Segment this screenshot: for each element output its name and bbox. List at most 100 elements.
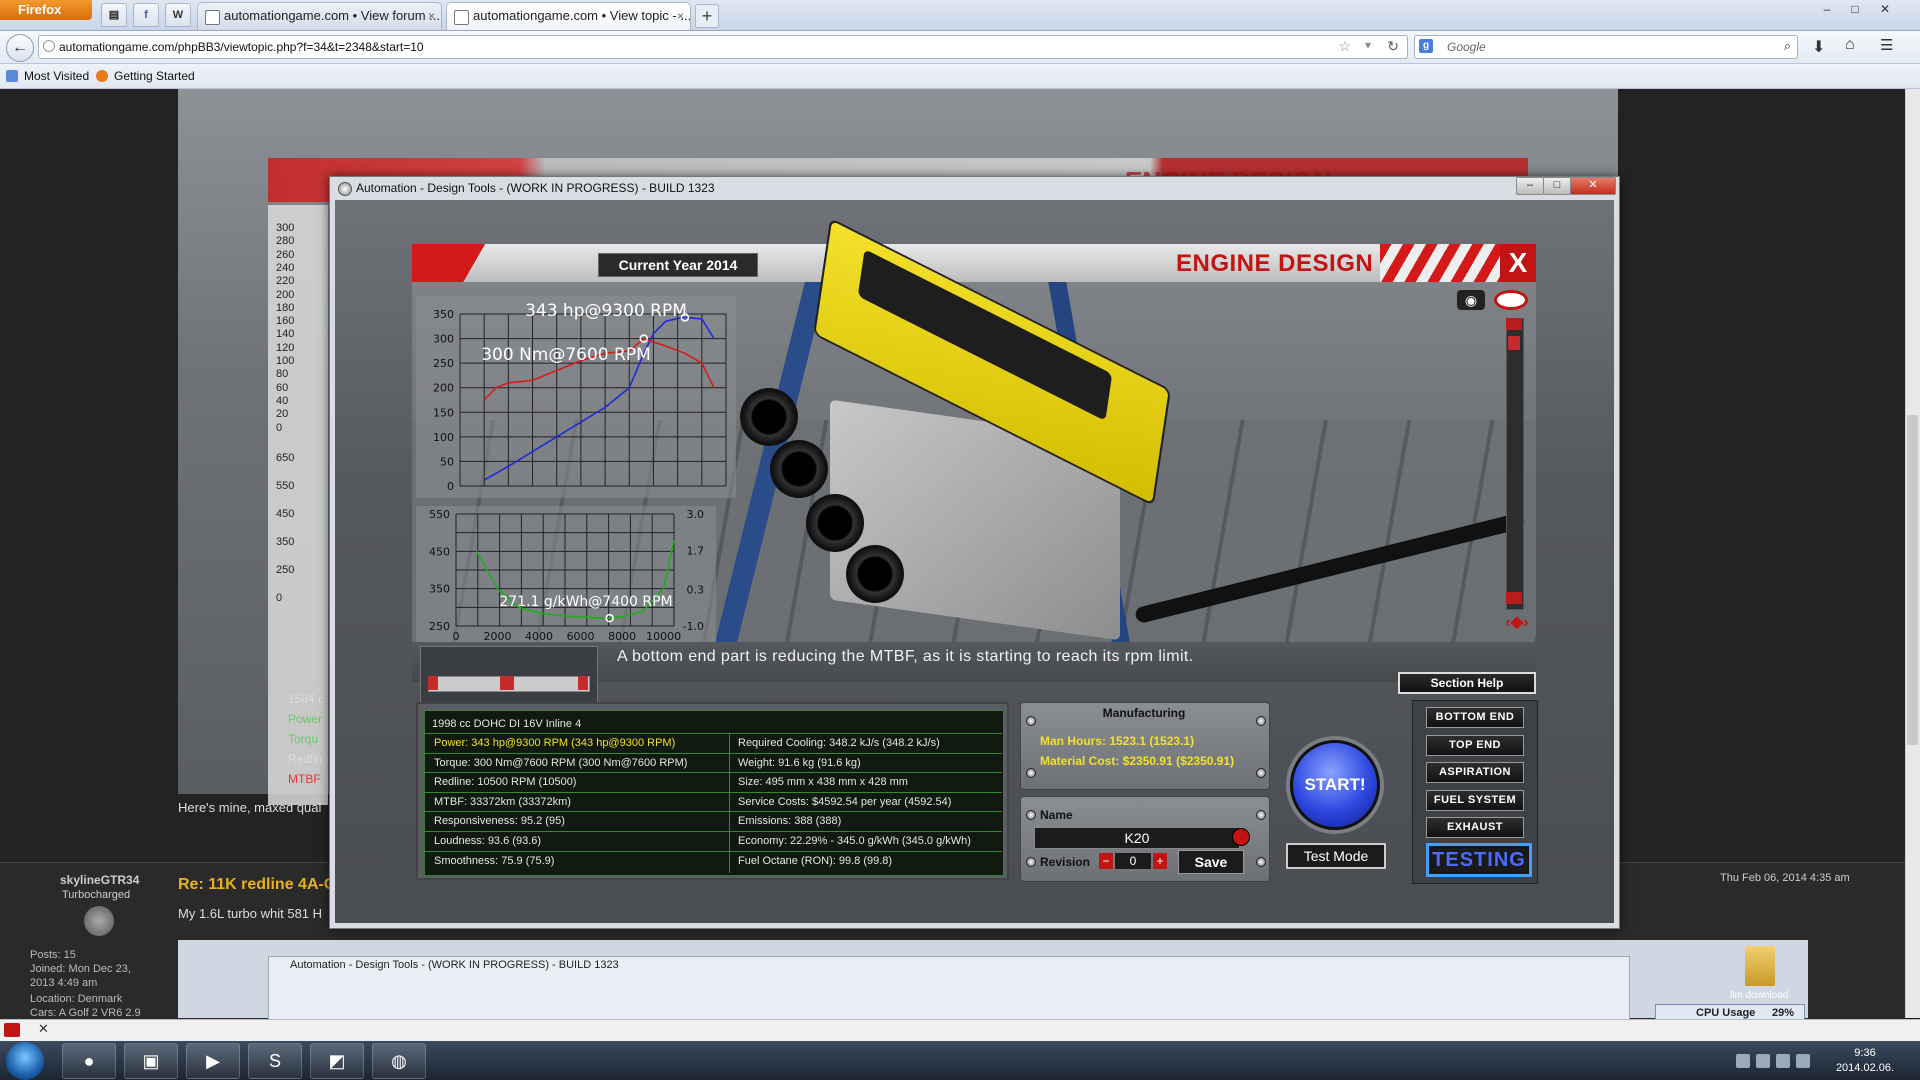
user-joined-time: 2013 4:49 am — [30, 977, 98, 989]
menu-icon[interactable]: ☰ — [1880, 36, 1893, 54]
y-tick-label: 250 — [429, 620, 450, 633]
star-icon[interactable]: ☆ — [1338, 38, 1351, 55]
close-screen-button[interactable]: X — [1500, 244, 1536, 282]
tray-icon[interactable] — [1736, 1054, 1750, 1068]
firefox-taskbar-button[interactable]: ● — [62, 1043, 116, 1079]
eye-icon[interactable] — [1494, 290, 1528, 310]
bookmark-most-visited[interactable]: Most Visited — [4, 67, 89, 85]
close-button[interactable]: ✕ — [1872, 0, 1898, 18]
stat-row: Required Cooling: 348.2 kJ/s (348.2 kJ/s… — [738, 737, 940, 749]
game-maximize-button[interactable]: □ — [1543, 177, 1571, 195]
windows-start-button[interactable] — [6, 1042, 44, 1080]
home-icon[interactable]: ⌂ — [1845, 36, 1855, 54]
camera-icon[interactable]: ◉ — [1457, 290, 1485, 310]
user-location: Location: Denmark — [30, 993, 123, 1005]
search-icon[interactable]: ⌕ — [1784, 38, 1791, 54]
revision-label: Revision — [1040, 855, 1091, 869]
addon-icon[interactable] — [4, 1023, 20, 1037]
reload-icon[interactable]: ↻ — [1387, 38, 1399, 55]
close-icon[interactable]: × — [428, 3, 435, 29]
scrollbar-thumb[interactable] — [1907, 415, 1918, 745]
rivet — [1256, 810, 1266, 820]
stat-row: Service Costs: $4592.54 per year (4592.5… — [738, 795, 952, 808]
slider-left-button[interactable] — [428, 676, 438, 690]
bookmarks-icon — [6, 70, 18, 82]
save-taskbar-button[interactable]: ▣ — [124, 1043, 178, 1079]
section-button-exhaust[interactable]: EXHAUST — [1426, 817, 1524, 838]
taskbar-clock[interactable]: 9:36 2014.02.06. — [1830, 1046, 1900, 1076]
app-taskbar-button[interactable]: ◩ — [310, 1043, 364, 1079]
background-tick-label: 350 — [276, 536, 295, 548]
save-button[interactable]: Save — [1178, 850, 1244, 874]
flag-icon[interactable] — [1756, 1054, 1770, 1068]
scroll-down-button[interactable] — [1506, 592, 1522, 604]
tab-view-forum[interactable]: automationgame.com • View forum ... × — [197, 2, 442, 30]
section-help-button[interactable]: Section Help — [1398, 672, 1536, 694]
revision-increment-button[interactable]: + — [1153, 853, 1167, 869]
rivet — [1256, 857, 1266, 867]
x-tick-label: 4000 — [525, 630, 553, 642]
download-icon[interactable]: ⬇ — [1812, 37, 1825, 57]
background-tick-label: 40 — [276, 394, 289, 407]
google-icon[interactable]: g — [1419, 39, 1433, 53]
maximize-button[interactable]: □ — [1842, 0, 1868, 18]
dropdown-icon[interactable]: ▾ — [1365, 38, 1371, 52]
tab-title: automationgame.com • View topic - ... — [473, 8, 691, 23]
nested-window-title: Automation - Design Tools - (WORK IN PRO… — [290, 959, 619, 971]
test-mode-button[interactable]: Test Mode — [1286, 843, 1386, 869]
search-box[interactable]: g Google ⌕ — [1414, 35, 1798, 59]
game-close-button[interactable]: ✕ — [1570, 177, 1616, 195]
scroll-up-button[interactable] — [1506, 318, 1522, 330]
network-icon[interactable] — [1776, 1054, 1790, 1068]
media-player-taskbar-button[interactable]: ▶ — [186, 1043, 240, 1079]
skype-taskbar-button[interactable]: S — [248, 1043, 302, 1079]
folder-icon — [1745, 946, 1775, 986]
new-tab-button[interactable]: + — [695, 4, 719, 28]
stat-row: Loudness: 93.6 (93.6) — [434, 835, 542, 847]
rivet — [1026, 768, 1036, 778]
globe-icon — [43, 40, 55, 52]
pinned-tab[interactable]: W — [165, 3, 191, 27]
pinned-tab[interactable]: ▤ — [101, 3, 127, 27]
background-stat-label: Redlin — [288, 752, 323, 766]
section-button-top-end[interactable]: TOP END — [1426, 734, 1524, 756]
clear-name-button[interactable] — [1232, 828, 1250, 846]
testing-button[interactable]: TESTING — [1426, 843, 1532, 877]
automation-taskbar-button[interactable]: ◍ — [372, 1043, 426, 1079]
close-icon[interactable]: × — [677, 3, 684, 29]
volume-icon[interactable] — [1796, 1054, 1810, 1068]
header-stripe-left — [412, 244, 512, 282]
viewport-scroll-thumb[interactable] — [1508, 336, 1520, 350]
firefox-icon: ● — [83, 1051, 95, 1071]
post-username[interactable]: skylineGTR34 — [60, 873, 139, 887]
viewport-scrollbar[interactable] — [1506, 318, 1524, 610]
minimize-button[interactable]: – — [1814, 0, 1840, 18]
back-arrow-icon: ← — [12, 39, 28, 56]
search-placeholder: Google — [1447, 40, 1486, 54]
stat-row: Power: 343 hp@9300 RPM (343 hp@9300 RPM) — [434, 737, 676, 749]
background-tick-label: 160 — [276, 315, 295, 328]
background-tick-label: 140 — [276, 328, 295, 341]
floppy-icon: ▣ — [142, 1051, 160, 1071]
section-button-aspiration[interactable]: ASPIRATION — [1426, 762, 1524, 783]
engine-name-input[interactable]: K20 — [1034, 827, 1240, 849]
section-button-fuel-system[interactable]: FUEL SYSTEM — [1426, 789, 1524, 811]
bookmark-getting-started[interactable]: Getting Started — [94, 67, 195, 85]
rotate-arrows-icon[interactable]: ‹◆› — [1500, 612, 1534, 632]
firefox-menu-button[interactable]: Firefox — [0, 0, 92, 20]
back-button[interactable]: ← — [6, 34, 34, 62]
tab-view-topic[interactable]: automationgame.com • View topic - ... × — [446, 2, 691, 30]
section-button-bottom-end[interactable]: BOTTOM END — [1426, 707, 1524, 728]
game-minimize-button[interactable]: – — [1516, 177, 1544, 195]
start-button[interactable]: START! — [1290, 740, 1380, 830]
close-icon[interactable]: ✕ — [38, 1021, 49, 1037]
y-tick-label: 0 — [447, 480, 454, 493]
slider-handle[interactable] — [500, 676, 514, 690]
page-icon — [205, 10, 220, 25]
revision-decrement-button[interactable]: − — [1099, 853, 1113, 869]
intake-trumpet — [740, 388, 798, 446]
pinned-tab-facebook[interactable]: f — [133, 3, 159, 27]
url-bar[interactable]: automationgame.com/phpBB3/viewtopic.php?… — [38, 35, 1408, 59]
slider-right-button[interactable] — [578, 676, 588, 690]
post-title[interactable]: Re: 11K redline 4A-G — [178, 876, 336, 894]
